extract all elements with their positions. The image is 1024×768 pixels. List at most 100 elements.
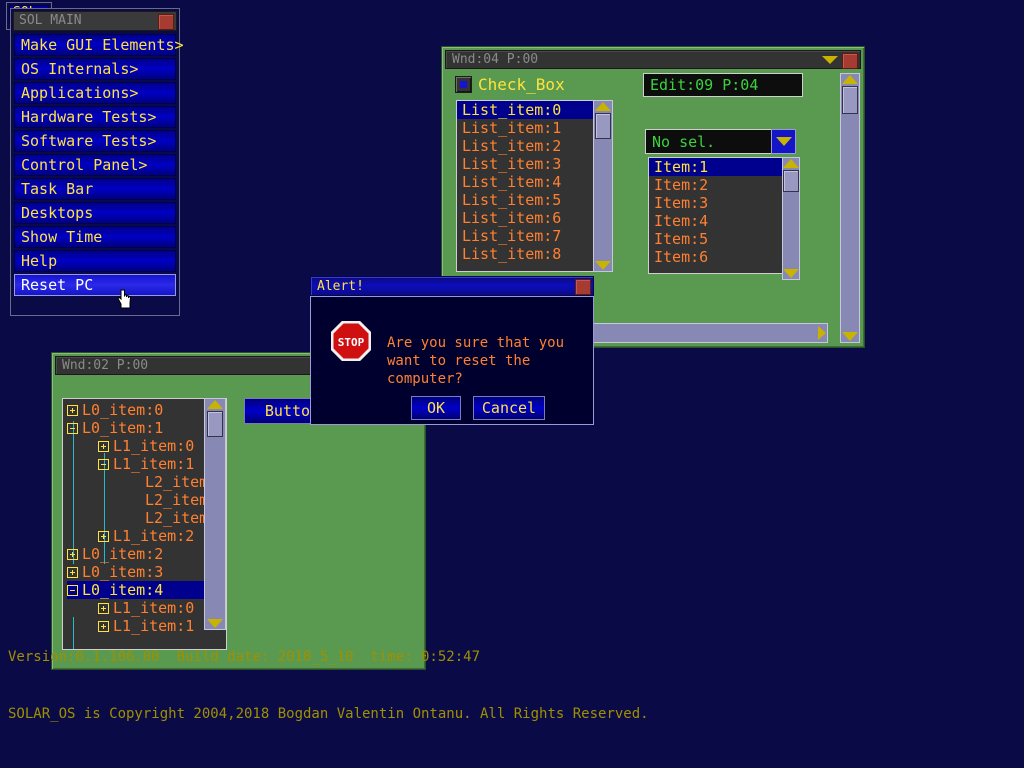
close-icon[interactable] [842, 53, 858, 69]
menu-item-label: Applications> [21, 84, 139, 102]
tree-node-label: L1_item:0 [113, 437, 195, 455]
combo-box[interactable]: No sel. [645, 129, 796, 154]
close-icon[interactable] [575, 279, 591, 295]
tree-node-label: L2_item [145, 509, 209, 527]
menu-item-software-tests[interactable]: Software Tests> [14, 130, 176, 152]
menu-item-show-time[interactable]: Show Time [14, 226, 176, 248]
tree-node[interactable]: L1_item:0 [98, 437, 194, 455]
cancel-button[interactable]: Cancel [473, 396, 545, 420]
tree-collapse-icon[interactable] [67, 423, 78, 434]
menu-item-os-internals[interactable]: OS Internals> [14, 58, 176, 80]
listbox[interactable]: List_item:0 List_item:1 List_item:2 List… [456, 100, 611, 272]
scrollbar-thumb[interactable] [207, 411, 223, 437]
menu-item-applications[interactable]: Applications> [14, 82, 176, 104]
listbox-item[interactable]: List_item:8 [457, 245, 610, 263]
tree-node[interactable]: L1_item:2 [98, 527, 194, 545]
listbox-item[interactable]: List_item:4 [457, 173, 610, 191]
tree-scrollbar-vertical[interactable] [204, 398, 226, 630]
listbox-item[interactable]: List_item:5 [457, 191, 610, 209]
menu-item-make-gui-elements[interactable]: Make GUI Elements> [14, 34, 184, 56]
menu-item-label: Task Bar [21, 180, 94, 198]
scroll-down-arrow-icon[interactable] [595, 261, 611, 270]
scroll-up-arrow-icon[interactable] [207, 400, 223, 409]
menu-item-reset-pc[interactable]: Reset PC [14, 274, 176, 296]
listbox-item[interactable]: List_item:6 [457, 209, 610, 227]
scrollbar-thumb[interactable] [595, 113, 611, 139]
menu-item-hardware-tests[interactable]: Hardware Tests> [14, 106, 176, 128]
window-04-title: Wnd:04 P:00 [452, 52, 539, 67]
tree-node-label: L0_item:1 [82, 419, 164, 437]
tree-node[interactable]: L1_item:1 [98, 455, 194, 473]
close-icon[interactable] [158, 14, 174, 30]
tree-node[interactable]: L2_item [145, 491, 208, 509]
scroll-down-arrow-icon[interactable] [842, 332, 858, 341]
checkbox-row[interactable]: Check_Box [455, 75, 565, 94]
menu-item-label: Control Panel> [21, 156, 148, 174]
tree-node[interactable]: L0_item:0 [67, 401, 163, 419]
menu-item-control-panel[interactable]: Control Panel> [14, 154, 176, 176]
tree-node-label: L2_item [145, 491, 209, 509]
combo-option[interactable]: Item:5 [649, 230, 782, 248]
edit-field[interactable]: Edit:09 P:04 [643, 73, 803, 97]
check-box-label: Check_Box [478, 75, 565, 94]
alert-titlebar[interactable]: Alert! [310, 276, 594, 296]
scroll-up-arrow-icon[interactable] [595, 102, 611, 111]
version-line-2: SOLAR_OS is Copyright 2004,2018 Bogdan V… [8, 706, 649, 722]
desktop: SOL SOL MAIN Make GUI Elements> OS Inter… [0, 0, 1024, 768]
listbox-item[interactable]: List_item:1 [457, 119, 610, 137]
chevron-down-icon[interactable] [822, 56, 838, 64]
tree-node[interactable]: L2_item [145, 473, 208, 491]
window-04-scrollbar-vertical[interactable] [840, 73, 860, 343]
tree-expand-icon[interactable] [67, 567, 78, 578]
version-info: Version:0.1.106.00 Build date: 2018_5_10… [8, 610, 649, 762]
menu-item-label: Make GUI Elements> [21, 36, 184, 54]
tree-node[interactable]: L0_item:1 [67, 419, 163, 437]
combo-box-dropdown-button[interactable] [771, 129, 796, 154]
tree-node[interactable]: L0_item:3 [67, 563, 163, 581]
listbox-item[interactable]: List_item:3 [457, 155, 610, 173]
combo-option[interactable]: Item:1 [649, 158, 782, 176]
menu-item-label: Reset PC [21, 276, 94, 294]
combo-option[interactable]: Item:6 [649, 248, 782, 266]
tree-node[interactable]: L2_item [145, 509, 208, 527]
alert-dialog: Alert! STOP Are you sure that you want t… [307, 273, 599, 428]
menu-item-desktops[interactable]: Desktops [14, 202, 176, 224]
window-04-titlebar[interactable]: Wnd:04 P:00 [445, 50, 861, 69]
scroll-right-arrow-icon[interactable] [818, 326, 826, 340]
menu-item-label: Desktops [21, 204, 94, 222]
menu-item-label: OS Internals> [21, 60, 139, 78]
scroll-down-arrow-icon[interactable] [783, 269, 799, 278]
check-box-icon[interactable] [455, 76, 472, 93]
tree-expand-icon[interactable] [98, 531, 109, 542]
main-menu-titlebar[interactable]: SOL MAIN [13, 11, 177, 31]
scroll-up-arrow-icon[interactable] [842, 75, 858, 84]
tree-collapse-icon[interactable] [67, 585, 78, 596]
combo-list-scrollbar-vertical[interactable] [782, 157, 800, 280]
tree-node-label: L2_item [145, 473, 209, 491]
listbox-item[interactable]: List_item:2 [457, 137, 610, 155]
listbox-scrollbar-vertical[interactable] [593, 100, 613, 272]
tree-expand-icon[interactable] [67, 405, 78, 416]
tree-node-selected[interactable]: L0_item:4 [67, 581, 210, 599]
tree-node-label: L0_item:3 [82, 563, 164, 581]
ok-button[interactable]: OK [411, 396, 461, 420]
scrollbar-thumb[interactable] [783, 170, 799, 192]
scrollbar-thumb[interactable] [842, 86, 858, 114]
menu-item-help[interactable]: Help [14, 250, 176, 272]
listbox-item[interactable]: List_item:0 [457, 101, 610, 119]
combo-option[interactable]: Item:2 [649, 176, 782, 194]
combo-box-list[interactable]: Item:1 Item:2 Item:3 Item:4 Item:5 Item:… [648, 157, 783, 274]
tree-expand-icon[interactable] [98, 441, 109, 452]
menu-item-task-bar[interactable]: Task Bar [14, 178, 176, 200]
scroll-up-arrow-icon[interactable] [783, 159, 799, 168]
tree-collapse-icon[interactable] [98, 459, 109, 470]
combo-option[interactable]: Item:3 [649, 194, 782, 212]
combo-option[interactable]: Item:4 [649, 212, 782, 230]
tree-node[interactable]: L0_item:2 [67, 545, 163, 563]
window-02-title: Wnd:02 P:00 [62, 358, 149, 373]
listbox-item[interactable]: List_item:7 [457, 227, 610, 245]
tree-expand-icon[interactable] [67, 549, 78, 560]
menu-item-label: Hardware Tests> [21, 108, 157, 126]
sol-main-menu-window: SOL MAIN Make GUI Elements> OS Internals… [10, 8, 184, 316]
tree-node-label: L0_item:2 [82, 545, 164, 563]
